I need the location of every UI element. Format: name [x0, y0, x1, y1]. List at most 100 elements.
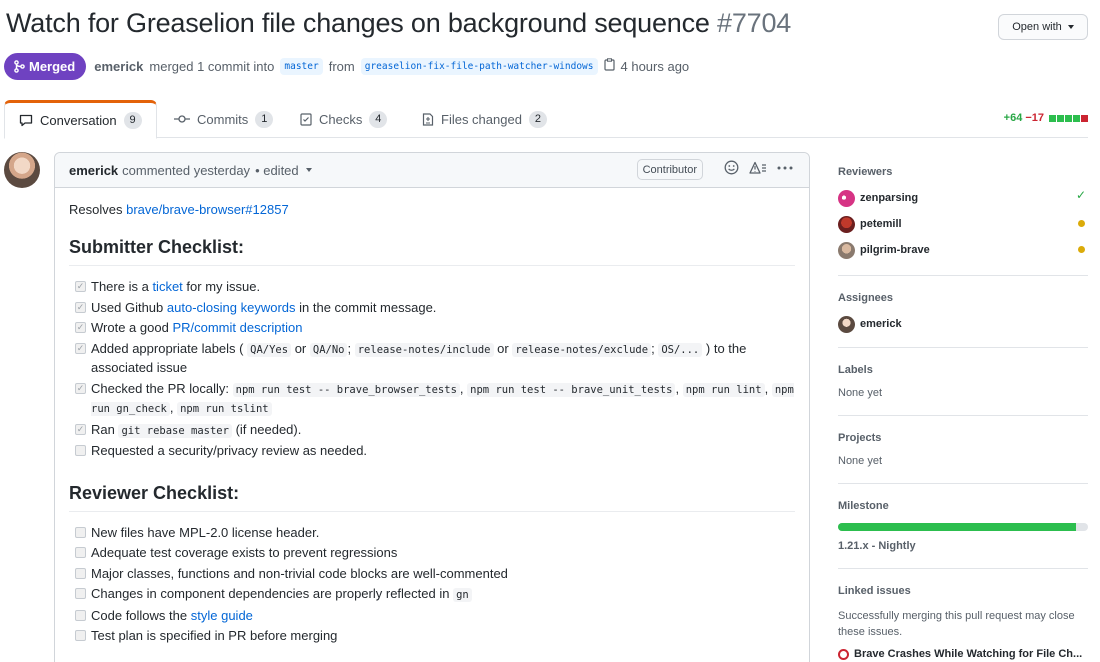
author-avatar[interactable] [4, 152, 40, 188]
file-diff-icon [422, 112, 434, 126]
linked-issue[interactable]: Brave Crashes While Watching for File Ch… [838, 648, 1088, 660]
assignees-heading[interactable]: Assignees [838, 292, 1088, 304]
comment-box: emerick commented yesterday • edited Con… [54, 152, 810, 662]
checklist-item: Changes in component dependencies are pr… [69, 585, 795, 605]
reviewer-row[interactable]: zenparsing ✓ [838, 188, 1088, 207]
reviewer-checklist-heading: Reviewer Checklist: [69, 483, 795, 512]
checked-checkbox[interactable]: ✓ [75, 342, 86, 354]
diff-additions: +64 [1003, 112, 1023, 124]
checklist-item: ✓ Wrote a good PR/commit description [69, 319, 795, 338]
unchecked-checkbox[interactable] [75, 609, 86, 621]
submitter-checklist-heading: Submitter Checklist: [69, 237, 795, 266]
reviewer-row[interactable]: pilgrim-brave [838, 241, 1088, 259]
report-icon[interactable] [749, 161, 767, 175]
code-label: release-notes/include [354, 342, 494, 357]
resolves-line: Resolves brave/brave-browser#12857 [69, 202, 795, 217]
checklist-item: Adequate test coverage exists to prevent… [69, 544, 795, 563]
item-text: , [169, 400, 174, 415]
item-text: ; [651, 340, 655, 356]
unchecked-checkbox[interactable] [75, 630, 86, 641]
commit-icon [174, 115, 190, 123]
pending-dot-icon [1078, 246, 1085, 253]
comment-actions [724, 160, 793, 175]
checklist-item: Code follows the style guide [69, 607, 795, 626]
comment-header: emerick commented yesterday • edited Con… [55, 153, 809, 188]
checklist-item: ✓ There is a ticket for my issue. [69, 278, 795, 297]
from-text: from [328, 58, 355, 74]
chevron-down-icon[interactable] [305, 168, 312, 172]
pr-meta: Merged emerick merged 1 commit into mast… [4, 52, 689, 80]
checklist-item: Requested a security/privacy review as n… [69, 442, 795, 461]
labels-heading[interactable]: Labels [838, 364, 1088, 376]
issue-link[interactable]: brave/brave-browser#12857 [126, 202, 289, 217]
labels-value: None yet [838, 387, 883, 399]
checklist-item: ✓ Ran git rebase master (if needed). [69, 421, 795, 441]
reviewer-name: petemill [860, 218, 902, 230]
milestone-progress [838, 523, 1088, 531]
clipboard-icon[interactable] [603, 58, 615, 74]
projects-heading[interactable]: Projects [838, 432, 1088, 444]
submitter-checklist: ✓ There is a ticket for my issue. ✓ Used… [69, 278, 795, 461]
item-text: for my issue. [186, 279, 261, 294]
tab-files-changed[interactable]: Files changed 2 [408, 100, 561, 138]
unchecked-checkbox[interactable] [75, 526, 86, 538]
item-text: Used Github [91, 299, 164, 315]
tab-commits[interactable]: Commits 1 [160, 100, 287, 138]
tab-checks[interactable]: Checks 4 [286, 100, 401, 138]
reviewer-checklist: New files have MPL-2.0 license header. A… [69, 524, 795, 646]
kebab-horizontal-icon[interactable] [777, 161, 793, 175]
title-row: Watch for Greaselion file changes on bac… [6, 8, 1096, 48]
merge-time: 4 hours ago [620, 58, 690, 74]
unchecked-checkbox[interactable] [75, 588, 86, 599]
issue-closed-icon [838, 648, 849, 660]
code-label: gn [453, 588, 472, 602]
milestone-name[interactable]: 1.21.x - Nightly [838, 540, 1088, 552]
reviewer-row[interactable]: petemill [838, 215, 1088, 233]
open-with-label: Open with [1012, 21, 1062, 33]
style-guide-link[interactable]: style guide [191, 608, 253, 623]
resolves-text: Resolves [69, 202, 123, 217]
comment-body: Resolves brave/brave-browser#12857 Submi… [55, 188, 809, 646]
checked-checkbox[interactable]: ✓ [75, 423, 86, 435]
code-label: release-notes/exclude [512, 342, 652, 357]
tab-conversation-label: Conversation [40, 113, 117, 128]
item-text: Changes in component dependencies are pr… [91, 586, 450, 601]
diffstat: +64 −17 [1004, 112, 1088, 124]
avatar [838, 315, 855, 333]
comment-author[interactable]: emerick [69, 163, 118, 178]
checked-checkbox[interactable]: ✓ [75, 281, 86, 292]
item-text: Ran [91, 421, 115, 437]
edited-dropdown[interactable]: • edited [255, 163, 299, 178]
tab-files-changed-count: 2 [528, 110, 547, 128]
milestone-heading[interactable]: Milestone [838, 500, 1088, 512]
checked-checkbox[interactable]: ✓ [75, 301, 86, 313]
comment-timestamp[interactable]: commented yesterday [122, 163, 250, 178]
base-branch[interactable]: master [280, 57, 323, 75]
keywords-link[interactable]: auto-closing keywords [167, 300, 296, 315]
merger-link[interactable]: emerick [94, 59, 143, 74]
ticket-link[interactable]: ticket [152, 279, 182, 294]
sidebar-projects: Projects None yet [838, 416, 1088, 484]
tab-conversation[interactable]: Conversation 9 [4, 100, 157, 139]
unchecked-checkbox[interactable] [75, 445, 86, 456]
pr-tabs: Conversation 9 Commits 1 Checks 4 Files … [4, 100, 1088, 139]
status-label: Merged [29, 58, 76, 74]
unchecked-checkbox[interactable] [75, 567, 86, 579]
head-branch[interactable]: greaselion-fix-file-path-watcher-windows [360, 57, 598, 75]
status-badge: Merged [4, 52, 87, 80]
tab-checks-label: Checks [319, 111, 363, 127]
checklist-item: ✓ Checked the PR locally: npm run test -… [69, 380, 795, 419]
checked-checkbox[interactable]: ✓ [75, 382, 86, 394]
reviewers-heading[interactable]: Reviewers [838, 166, 1088, 178]
smiley-icon[interactable] [724, 160, 739, 175]
unchecked-checkbox[interactable] [75, 547, 86, 558]
checked-checkbox[interactable]: ✓ [75, 322, 86, 333]
open-with-button[interactable]: Open with [998, 14, 1088, 40]
check-icon: ✓ [1075, 188, 1086, 202]
code-command: git rebase master [118, 423, 232, 438]
description-link[interactable]: PR/commit description [172, 320, 302, 335]
avatar [838, 241, 855, 259]
assignee-row[interactable]: emerick [838, 315, 1088, 333]
contributor-badge: Contributor [636, 159, 703, 180]
tab-commits-count: 1 [255, 110, 274, 128]
